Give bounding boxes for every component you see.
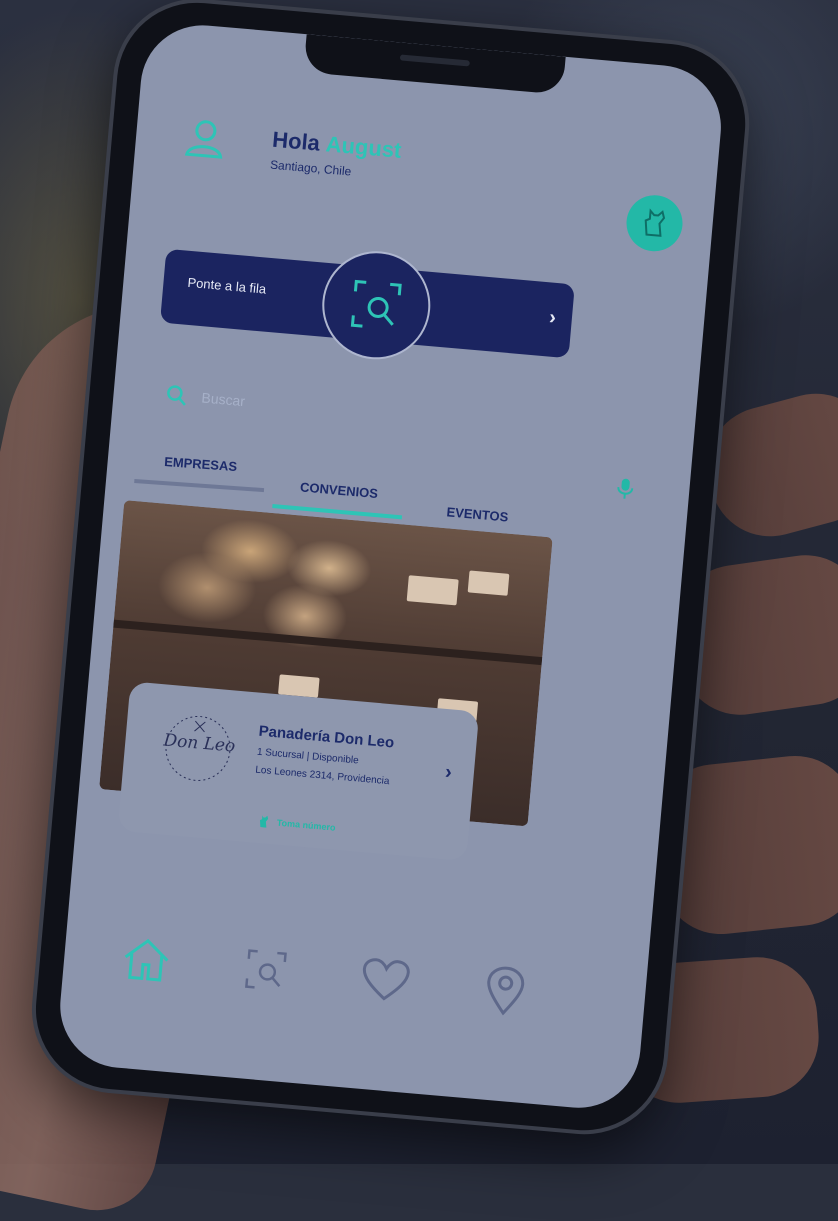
microphone-icon[interactable] [616,477,634,505]
app-screen: Hola August Santiago, Chile Ponte a la fi… [55,20,727,1113]
user-location: Santiago, Chile [269,157,352,179]
queue-label: Ponte a la fila [186,274,267,297]
greeting-text: Hola [271,126,321,156]
business-address: Los Leones 2314, Providencia [254,764,390,788]
price-tag [467,570,510,596]
nav-scan[interactable] [233,938,298,1003]
phone-frame: Hola August Santiago, Chile Ponte a la fi… [29,0,752,1137]
tab-convenios[interactable]: CONVENIOS [272,477,405,520]
greeting-title: Hola August [271,127,402,164]
user-name: August [324,131,403,163]
queue-banner[interactable]: Ponte a la fila › [159,246,575,364]
llama-avatar-button[interactable] [624,192,685,254]
nav-favorites[interactable] [353,948,418,1013]
business-card[interactable]: Don Leo Panadería Don Leo 1 Sucursal | D… [117,681,480,862]
nav-location[interactable] [473,959,538,1024]
nav-home[interactable] [114,927,179,992]
search-input[interactable] [198,388,504,433]
price-tag [406,575,459,606]
take-number-label: Toma número [276,817,336,833]
bottom-navigation [113,927,557,1035]
speaker-grille [399,54,470,67]
chevron-right-icon[interactable]: › [444,761,453,784]
scan-icon [245,949,287,989]
heart-icon [362,958,410,1001]
home-icon [124,938,169,982]
shelf [113,619,543,666]
search-bar [165,383,504,434]
business-name: Panadería Don Leo [257,722,395,752]
phone: Hola August Santiago, Chile Ponte a la fi… [2,0,838,1171]
user-profile-icon[interactable] [180,114,230,164]
don-leo-logo: Don Leo [152,710,244,787]
location-pin-icon [487,966,525,1016]
queue-scan-button[interactable] [317,246,435,364]
take-number-button[interactable]: Toma número [258,815,336,834]
llama-small-icon [259,815,269,828]
chevron-right-icon: › [548,306,557,329]
business-status: 1 Sucursal | Disponible [256,746,360,767]
tab-empresas[interactable]: EMPRESAS [134,452,267,493]
search-icon [167,385,186,406]
phone-notch [303,34,566,95]
